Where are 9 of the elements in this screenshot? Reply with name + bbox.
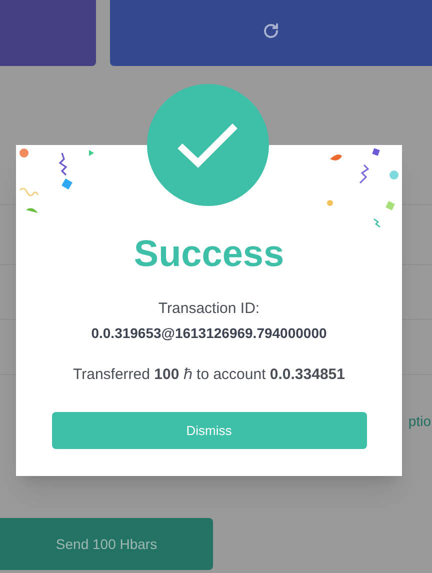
transfer-message: Transferred 100 ℏ to account 0.0.334851 (73, 364, 345, 384)
check-icon (177, 122, 239, 168)
options-link[interactable]: ptio (408, 411, 431, 432)
dismiss-button[interactable]: Dismiss (52, 412, 366, 449)
refresh-icon[interactable] (262, 22, 280, 40)
dialog-title: Success (134, 235, 284, 272)
send-button[interactable]: Send 100 Hbars (0, 518, 213, 570)
transaction-id: 0.0.319653@1613126969.794000000 (91, 324, 327, 342)
transaction-label: Transaction ID: (158, 299, 260, 319)
